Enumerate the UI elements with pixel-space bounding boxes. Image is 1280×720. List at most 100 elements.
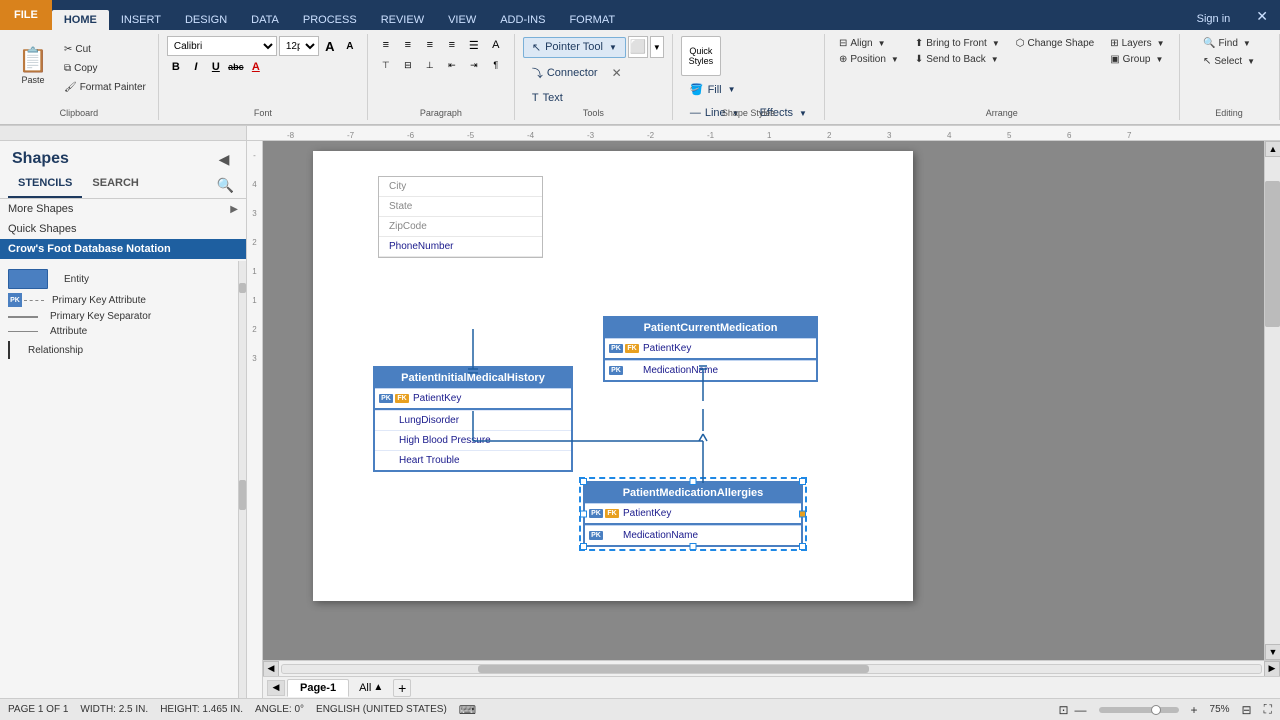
format-painter-icon: 🖌 — [64, 82, 77, 93]
fit-width-button[interactable]: ⊟ — [1242, 703, 1252, 717]
sidebar-collapse-button[interactable]: ◀ — [214, 149, 234, 169]
zoom-in-icon[interactable]: + — [1191, 703, 1198, 717]
connector-close-button[interactable]: ✕ — [609, 65, 625, 81]
layers-button[interactable]: ⊞ Layers ▼ — [1104, 36, 1170, 51]
align-button[interactable]: ⊟ Align ▼ — [833, 36, 905, 51]
format-tab[interactable]: FORMAT — [557, 10, 627, 30]
zoom-slider-container[interactable] — [1099, 707, 1179, 713]
address-table[interactable]: City State ZipCode PhoneNumber — [378, 176, 543, 258]
bold-button[interactable]: B — [167, 58, 185, 76]
justify-button[interactable]: ≡ — [442, 36, 462, 54]
sign-in-button[interactable]: Sign in — [1183, 8, 1245, 30]
paragraph-settings-button[interactable]: ¶ — [486, 56, 506, 74]
select-icon: ↖ — [1203, 56, 1211, 67]
patient-med-allergies-table[interactable]: PatientMedicationAllergies PK FK Patient… — [583, 481, 803, 547]
hscroll-left-arrow[interactable]: ◀ — [263, 661, 279, 677]
send-to-back-button[interactable]: ⬇ Send to Back ▼ — [909, 52, 1006, 67]
indent-increase-button[interactable]: ⇥ — [464, 56, 484, 74]
pointer-tool-button[interactable]: ↖ Pointer Tool ▼ — [523, 37, 626, 58]
vscroll-down-arrow[interactable]: ▼ — [1265, 644, 1280, 660]
find-icon: 🔍 — [1203, 38, 1215, 49]
file-tab[interactable]: FILE — [0, 0, 52, 30]
connector-button[interactable]: ⤵ Connector — [523, 61, 607, 85]
increase-font-button[interactable]: A — [321, 37, 339, 55]
crows-foot-section[interactable]: Crow's Foot Database Notation — [0, 239, 246, 259]
indent-decrease-button[interactable]: ⇤ — [442, 56, 462, 74]
address-field-city: City — [379, 177, 542, 197]
page-prev-button[interactable]: ◀ — [267, 680, 285, 696]
fit-page-icon[interactable]: ⊡ — [1058, 703, 1068, 717]
address-field-phone: PhoneNumber — [379, 237, 542, 257]
decrease-font-button[interactable]: A — [341, 37, 359, 55]
change-shape-button[interactable]: ⬡ Change Shape — [1010, 36, 1100, 51]
quick-styles-button[interactable]: Quick Styles — [681, 36, 721, 76]
page-tab-1[interactable]: Page-1 — [287, 679, 349, 697]
quick-shapes-section[interactable]: Quick Shapes — [0, 219, 246, 239]
process-tab[interactable]: PROCESS — [291, 10, 369, 30]
vscroll-up-arrow[interactable]: ▲ — [1265, 141, 1280, 157]
review-tab[interactable]: REVIEW — [369, 10, 436, 30]
change-shape-icon: ⬡ — [1016, 38, 1025, 49]
hscroll-track[interactable] — [281, 664, 1262, 674]
position-button[interactable]: ⊕ Position ▼ — [833, 52, 905, 67]
paste-button[interactable]: 📋 Paste — [8, 36, 58, 94]
insert-tab[interactable]: INSERT — [109, 10, 173, 30]
home-tab[interactable]: HOME — [52, 10, 109, 30]
fill-button[interactable]: 🪣 Fill ▼ — [681, 79, 745, 100]
stencils-tab[interactable]: STENCILS — [8, 173, 82, 198]
align-center-button[interactable]: ≡ — [398, 36, 418, 54]
paragraph-btn2[interactable]: A — [486, 36, 506, 54]
vscroll-track[interactable] — [1265, 157, 1280, 644]
select-button[interactable]: ↖ Select ▼ — [1197, 54, 1261, 69]
pk-sep-shape-preview — [8, 316, 38, 318]
full-screen-button[interactable]: ⛶ — [1264, 702, 1272, 717]
copy-button[interactable]: ⧉ Copy — [60, 59, 150, 77]
find-button[interactable]: 🔍 Find ▼ — [1197, 36, 1257, 51]
zoom-slider-thumb[interactable] — [1151, 705, 1161, 715]
shape-select-dropdown-button[interactable]: ▼ — [650, 36, 664, 58]
valign-top-button[interactable]: ⊤ — [376, 56, 396, 74]
canvas-hscroll[interactable]: ◀ ▶ — [263, 660, 1280, 676]
close-window-button[interactable]: ✕ — [1244, 3, 1280, 30]
bring-front-icon: ⬆ — [915, 38, 923, 49]
search-icon-button[interactable]: 🔍 — [213, 173, 238, 198]
font-size-select[interactable]: 12pt. — [279, 36, 319, 56]
bring-to-front-button[interactable]: ⬆ Bring to Front ▼ — [909, 36, 1006, 51]
more-shapes-section[interactable]: More Shapes ▶ — [0, 199, 246, 219]
align-right-button[interactable]: ≡ — [420, 36, 440, 54]
sidebar-scrollbar[interactable] — [238, 261, 246, 698]
diagram-page: City State ZipCode PhoneNumber PatientIn… — [313, 151, 913, 601]
patient-current-med-table[interactable]: PatientCurrentMedication PK FK PatientKe… — [603, 316, 818, 382]
valign-mid-button[interactable]: ⊟ — [398, 56, 418, 74]
pk-attr-legend-label: Primary Key Attribute — [52, 295, 146, 306]
font-color-button[interactable]: A — [247, 58, 265, 76]
format-painter-button[interactable]: 🖌 Format Painter — [60, 78, 150, 96]
strikethrough-button[interactable]: abc — [227, 58, 245, 76]
addins-tab[interactable]: ADD-INS — [488, 10, 557, 30]
ruler-corner — [0, 126, 247, 140]
hscroll-thumb[interactable] — [478, 665, 870, 673]
shape-select-button[interactable]: ⬜ — [628, 36, 648, 58]
cut-button[interactable]: ✂ Cut — [60, 40, 150, 58]
align-left-button[interactable]: ≡ — [376, 36, 396, 54]
show-all-button[interactable]: All ▲ — [351, 680, 391, 696]
canvas-vscroll[interactable]: ▲ ▼ — [1264, 141, 1280, 660]
underline-button[interactable]: U — [207, 58, 225, 76]
hscroll-right-arrow[interactable]: ▶ — [1264, 661, 1280, 677]
data-tab[interactable]: DATA — [239, 10, 291, 30]
valign-bot-button[interactable]: ⊥ — [420, 56, 440, 74]
patient-initial-table[interactable]: PatientInitialMedicalHistory PK FK Patie… — [373, 366, 573, 472]
zoom-out-icon[interactable]: — — [1075, 703, 1087, 717]
patient-med-allergies-row-1: PK MedicationName — [585, 525, 801, 545]
add-page-button[interactable]: + — [393, 679, 411, 697]
bullets-button[interactable]: ☰ — [464, 36, 484, 54]
view-tab[interactable]: VIEW — [436, 10, 488, 30]
search-tab[interactable]: SEARCH — [82, 173, 148, 198]
group-button[interactable]: ▣ Group ▼ — [1104, 52, 1170, 67]
patient-current-med-row-1: PK MedicationName — [605, 360, 816, 380]
font-family-select[interactable]: Calibri — [167, 36, 277, 56]
design-tab[interactable]: DESIGN — [173, 10, 239, 30]
vscroll-thumb[interactable] — [1265, 181, 1280, 327]
italic-button[interactable]: I — [187, 58, 205, 76]
text-tool-button[interactable]: T Text — [523, 88, 572, 108]
